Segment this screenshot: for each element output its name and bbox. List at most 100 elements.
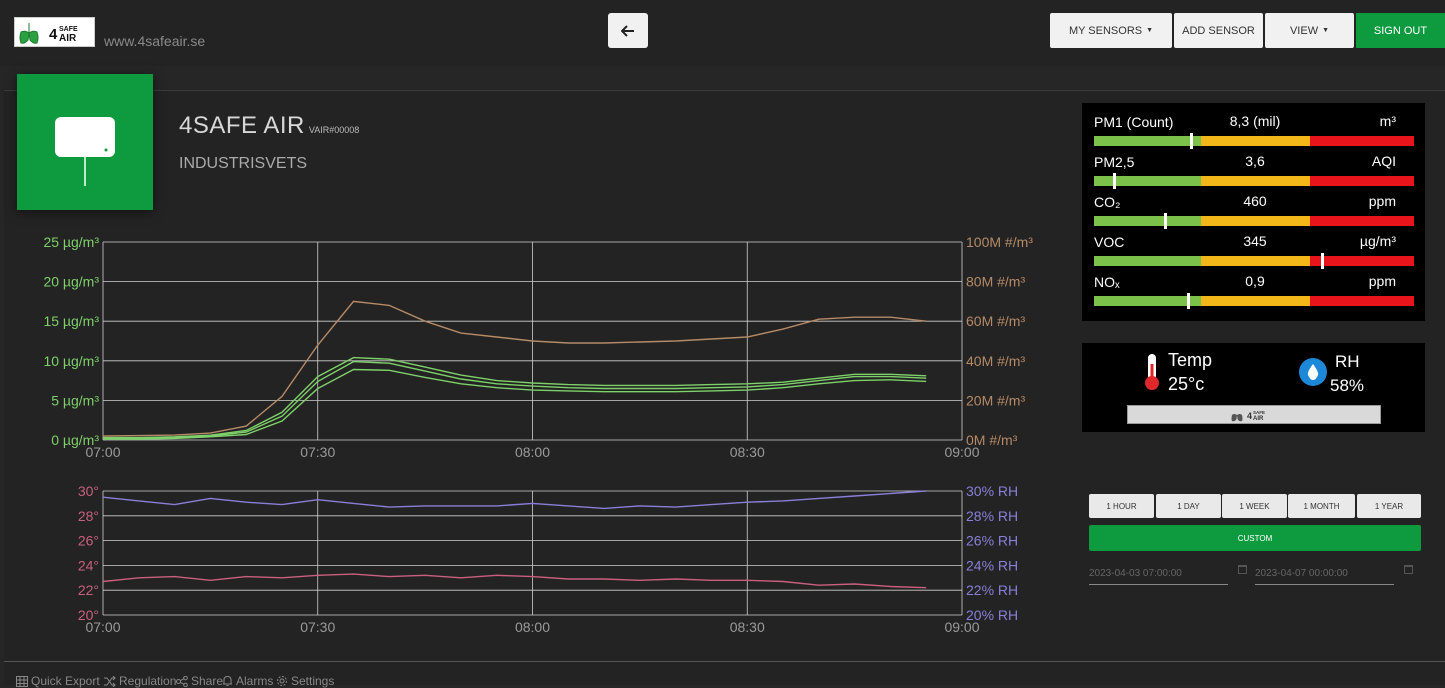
calendar-icon[interactable] bbox=[1404, 565, 1413, 574]
sensor-unit: m³ bbox=[1379, 113, 1396, 129]
y-left-tick-label: 15 µg/m³ bbox=[43, 313, 99, 329]
top-navbar: 4 SAFE AIR www.4safeair.se MY SENSORS ▼ A… bbox=[0, 0, 1445, 66]
y-left-tick-label: 10 µg/m³ bbox=[43, 353, 99, 369]
sensor-device-icon bbox=[55, 117, 115, 186]
quick-export-tab[interactable]: Quick Export bbox=[16, 674, 100, 688]
y-right-tick-label: 30% RH bbox=[966, 483, 1018, 499]
sensor-row: CO₂ 460 ppm bbox=[1094, 184, 1414, 229]
brand-mini-logo-icon: 4 SAFE AIR bbox=[1231, 408, 1265, 422]
view-label: VIEW bbox=[1289, 24, 1319, 37]
sensor-unit: µg/m³ bbox=[1359, 233, 1396, 249]
climate-box: Temp 25°c RH 58% 4 SAFE AIR bbox=[1082, 343, 1425, 432]
settings-label: Settings bbox=[291, 674, 335, 688]
caret-down-icon: ▼ bbox=[1146, 27, 1154, 34]
x-tick-label: 08:30 bbox=[730, 619, 765, 635]
regulation-tab[interactable]: Regulation bbox=[104, 674, 176, 688]
rh-value: 58% bbox=[1330, 376, 1365, 395]
level-bad-segment bbox=[1310, 296, 1414, 306]
custom-range-button[interactable]: CUSTOM bbox=[1089, 525, 1421, 551]
y-left-tick-label: 25 µg/m³ bbox=[43, 234, 99, 250]
alarms-tab[interactable]: Alarms bbox=[222, 674, 273, 688]
y-right-tick-label: 60M #/m³ bbox=[966, 313, 1025, 329]
x-tick-label: 07:30 bbox=[300, 444, 335, 460]
y-right-tick-label: 26% RH bbox=[966, 533, 1018, 549]
x-tick-label: 09:00 bbox=[944, 619, 979, 635]
climate-chart[interactable]: 20° 20% RH22° 22% RH24° 24% RH26° 26% RH28° 2… bbox=[0, 478, 1060, 636]
share-label: Share bbox=[191, 674, 224, 688]
y-right-tick-label: 28% RH bbox=[966, 508, 1018, 524]
sensor-row: VOC 345 µg/m³ bbox=[1094, 224, 1414, 269]
back-button[interactable] bbox=[608, 13, 648, 48]
y-left-tick-label: 22° bbox=[78, 582, 99, 598]
device-location: INDUSTRISVETS bbox=[179, 155, 308, 172]
y-left-tick-label: 26° bbox=[78, 533, 99, 549]
add-sensor-button[interactable]: ADD SENSOR bbox=[1174, 13, 1263, 48]
range-button[interactable]: 1 MONTH bbox=[1288, 494, 1355, 518]
range-button[interactable]: 1 DAY bbox=[1156, 494, 1221, 518]
date-from-input[interactable] bbox=[1089, 563, 1228, 585]
x-tick-label: 08:00 bbox=[515, 619, 550, 635]
level-warn-segment bbox=[1201, 296, 1310, 306]
y-right-tick-label: 20M #/m³ bbox=[966, 392, 1025, 408]
custom-range-label: CUSTOM bbox=[1237, 533, 1273, 543]
my-sensors-dropdown[interactable]: MY SENSORS ▼ bbox=[1050, 13, 1172, 48]
temp-label: Temp bbox=[1168, 350, 1213, 370]
brand-logo[interactable]: 4 SAFE AIR bbox=[14, 17, 95, 47]
sensor-row: NOₓ 0,9 ppm bbox=[1094, 264, 1414, 309]
svg-text:SAFE: SAFE bbox=[59, 26, 78, 33]
sensor-name: VOC bbox=[1094, 234, 1125, 250]
device-title: 4SAFE AIR VAIR#00008 bbox=[179, 112, 359, 140]
y-left-tick-label: 30° bbox=[78, 483, 99, 499]
sign-out-button[interactable]: SIGN OUT bbox=[1356, 13, 1445, 48]
sensor-readings-box: PM1 (Count) 8,3 (mil) m³ PM2,5 3,6 AQI CO₂ 460 p… bbox=[1082, 103, 1425, 321]
svg-text:4: 4 bbox=[1247, 411, 1252, 421]
range-button[interactable]: 1 HOUR bbox=[1089, 494, 1154, 518]
site-url[interactable]: www.4safeair.se bbox=[104, 33, 205, 49]
y-left-tick-label: 28° bbox=[78, 508, 99, 524]
y-left-tick-label: 5 µg/m³ bbox=[51, 392, 99, 408]
settings-tab[interactable]: Settings bbox=[276, 674, 334, 688]
gear-icon bbox=[277, 676, 287, 686]
y-left-tick-label: 20 µg/m³ bbox=[43, 274, 99, 290]
sensor-name: CO₂ bbox=[1094, 194, 1121, 210]
y-right-tick-label: 22% RH bbox=[966, 582, 1018, 598]
humidity-icon bbox=[1299, 358, 1327, 386]
device-id: VAIR#00008 bbox=[308, 125, 360, 135]
add-sensor-label: ADD SENSOR bbox=[1182, 24, 1255, 37]
sign-out-label: SIGN OUT bbox=[1373, 24, 1428, 37]
x-tick-label: 09:00 bbox=[944, 444, 979, 460]
sensor-name: PM2,5 bbox=[1094, 154, 1135, 170]
y-right-tick-label: 100M #/m³ bbox=[966, 234, 1033, 250]
range-button[interactable]: 1 WEEK bbox=[1222, 494, 1287, 518]
x-tick-label: 07:00 bbox=[85, 444, 120, 460]
footer-toolbar: Quick Export Regulation Share Alarms Set… bbox=[4, 661, 1445, 688]
sensor-row: PM2,5 3,6 AQI bbox=[1094, 144, 1414, 189]
alarms-label: Alarms bbox=[236, 674, 274, 688]
sensor-unit: AQI bbox=[1371, 153, 1396, 169]
range-button[interactable]: 1 YEAR bbox=[1357, 494, 1421, 518]
climate-logo-strip: 4 SAFE AIR bbox=[1127, 405, 1381, 424]
series-line bbox=[103, 356, 927, 439]
sensor-unit: ppm bbox=[1368, 273, 1396, 289]
sensor-value: 3,6 bbox=[1245, 153, 1265, 169]
temp-value: 25°c bbox=[1168, 374, 1205, 394]
sensor-value: 345 bbox=[1243, 233, 1267, 249]
sensor-name: PM1 (Count) bbox=[1094, 114, 1174, 130]
rh-label: RH bbox=[1335, 352, 1360, 371]
particle-chart[interactable]: 0 µg/m³ 0M #/m³5 µg/m³ 20M #/m³10 µg/m³ 40M… bbox=[0, 228, 1060, 464]
regulation-label: Regulation bbox=[119, 674, 177, 688]
lungs-logo-icon: 4 SAFE AIR bbox=[19, 23, 78, 44]
level-good-segment bbox=[1094, 296, 1201, 306]
calendar-icon[interactable] bbox=[1238, 565, 1247, 574]
sensor-value: 460 bbox=[1243, 193, 1267, 209]
x-tick-label: 07:00 bbox=[85, 619, 120, 635]
share-tab[interactable]: Share bbox=[176, 674, 223, 688]
x-tick-label: 08:30 bbox=[730, 444, 765, 460]
view-dropdown[interactable]: VIEW ▼ bbox=[1265, 13, 1354, 48]
date-to-input[interactable] bbox=[1255, 563, 1394, 585]
y-right-tick-label: 40M #/m³ bbox=[966, 353, 1025, 369]
x-tick-label: 07:30 bbox=[300, 619, 335, 635]
sensor-value: 8,3 (mil) bbox=[1229, 113, 1281, 129]
quick-export-label: Quick Export bbox=[31, 674, 100, 688]
sensor-unit: ppm bbox=[1368, 193, 1396, 209]
